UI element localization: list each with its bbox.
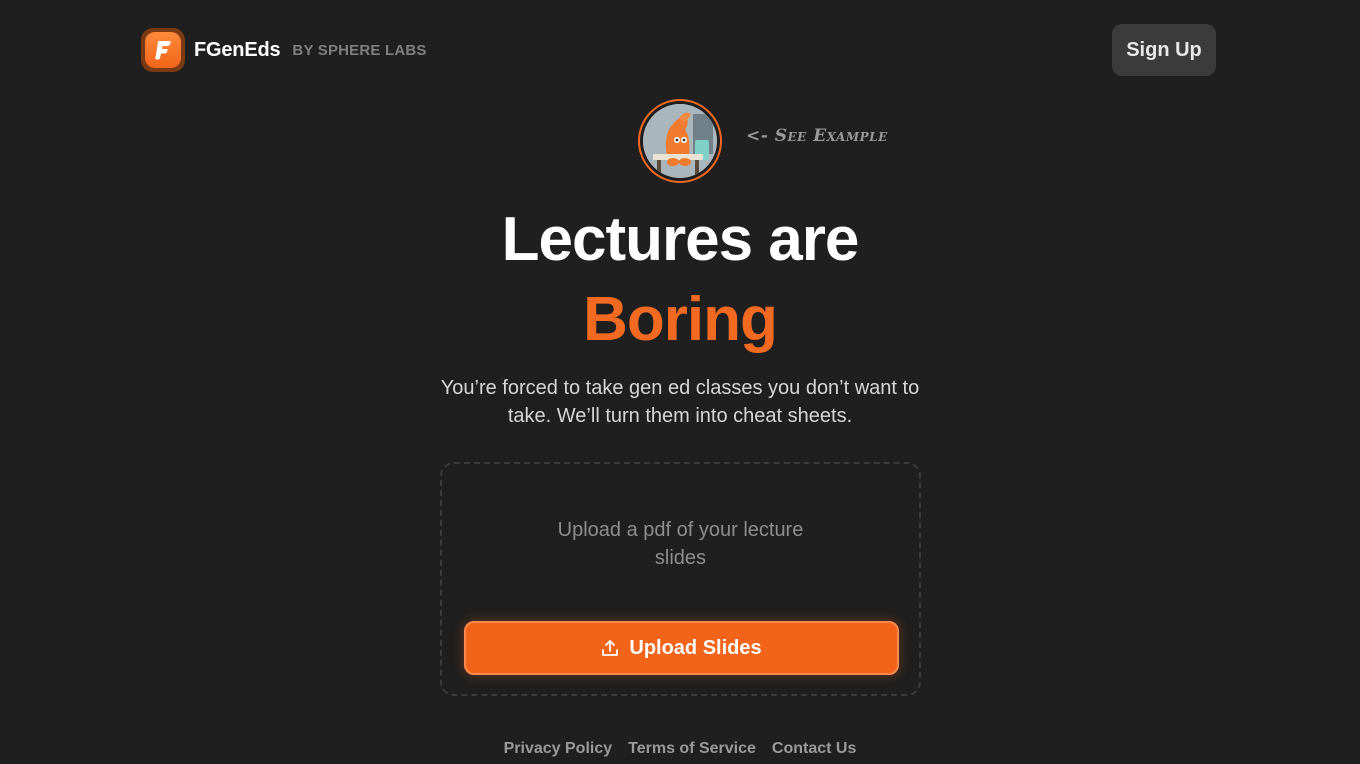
hero-title-accent: Boring bbox=[583, 285, 778, 354]
landing-page: FGenEds BY SPHERE LABS Sign Up <- See Ex… bbox=[0, 0, 1360, 764]
upload-dropzone[interactable]: Upload a pdf of your lecture slides Uplo… bbox=[440, 462, 921, 696]
brand-byline: BY SPHERE LABS bbox=[292, 41, 427, 59]
upload-slides-button[interactable]: Upload Slides bbox=[464, 621, 899, 675]
upload-hint: Upload a pdf of your lecture slides bbox=[557, 519, 804, 569]
hero-subtitle: You’re forced to take gen ed classes you… bbox=[440, 377, 920, 427]
hero-title: Lectures are bbox=[501, 205, 860, 274]
mascot-image bbox=[643, 104, 717, 178]
see-example-link[interactable]: <- See Example bbox=[746, 126, 888, 146]
terms-of-service-link[interactable]: Terms of Service bbox=[628, 740, 756, 758]
upload-slides-label: Upload Slides bbox=[629, 636, 762, 659]
brand-name: FGenEds bbox=[194, 38, 281, 61]
privacy-policy-link[interactable]: Privacy Policy bbox=[504, 740, 613, 758]
contact-us-link[interactable]: Contact Us bbox=[772, 740, 856, 758]
example-avatar[interactable] bbox=[638, 99, 722, 183]
footer: Privacy Policy Terms of Service Contact … bbox=[0, 740, 1360, 758]
logo-icon bbox=[141, 28, 185, 72]
sign-up-button[interactable]: Sign Up bbox=[1112, 24, 1216, 76]
brand[interactable]: FGenEds BY SPHERE LABS bbox=[141, 28, 427, 72]
upload-icon bbox=[601, 639, 619, 657]
